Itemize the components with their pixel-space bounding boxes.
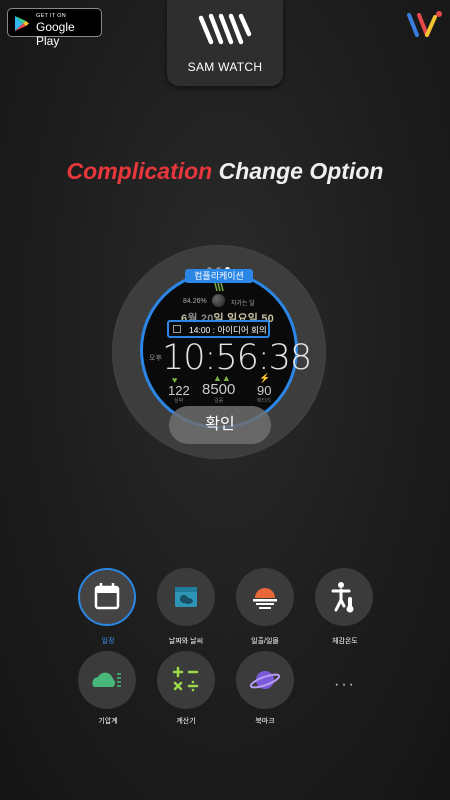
ampm-label: 오후 [149, 355, 162, 362]
badge-store-name: Google Play [36, 20, 75, 48]
label-bookmark: 북마크 [255, 718, 275, 725]
calculator-icon [172, 666, 199, 692]
more-options-button[interactable]: ··· [334, 676, 356, 694]
complication-tag: 컴플리케이션 [185, 269, 253, 283]
sunrise-sunset-icon [253, 588, 277, 609]
complication-barometer-button[interactable] [78, 651, 136, 709]
label-feels-like: 체감온도 [332, 638, 358, 645]
sam-watch-logo-icon [198, 13, 252, 45]
developer-logo-icon [407, 11, 442, 37]
headline-red: Complication [66, 158, 213, 184]
bookmark-planet-icon [249, 671, 281, 689]
feels-like-temp-icon [331, 582, 354, 613]
label-schedule: 일정 [101, 638, 115, 645]
google-play-icon [15, 16, 29, 31]
confirm-button[interactable]: 확인 [169, 406, 271, 444]
steps-value: 8500 [202, 381, 236, 398]
pointer-arrow-icon [214, 282, 224, 292]
battery-value: 90 [257, 383, 272, 398]
event-text: 14:00 : 아이디어 회의 [189, 325, 267, 335]
page-indicator [207, 259, 237, 272]
calendar-small-icon [173, 325, 181, 333]
badge-small-text: GET IT ON [36, 13, 67, 19]
calendar-icon [94, 583, 120, 610]
moon-phase-icon [212, 294, 225, 307]
barometer-icon [92, 672, 121, 687]
schedule-complication[interactable]: 14:00 : 아이디어 회의 [167, 320, 270, 338]
battery-label: 배터리 [257, 398, 271, 404]
label-date-weather: 날짜와 날씨 [168, 638, 204, 645]
google-play-badge[interactable]: GET IT ON Google Play [7, 8, 102, 48]
date-weather-icon [175, 587, 197, 607]
moon-phase-label: 차가는 달 [231, 301, 255, 307]
complication-date-weather-button[interactable] [157, 568, 215, 626]
steps-label: 걸음 [214, 398, 224, 404]
brand-name: SAM WATCH [187, 60, 263, 74]
heart-rate-value: 122 [168, 383, 190, 398]
headline: Complication Change Option [0, 158, 450, 185]
complication-schedule-button[interactable] [78, 568, 136, 626]
headline-white: Change Option [218, 158, 384, 184]
watch-time: 10:56:38 [162, 338, 312, 378]
brand-header: SAM WATCH [167, 0, 283, 86]
complication-feels-like-button[interactable] [315, 568, 373, 626]
label-barometer: 기압계 [98, 718, 118, 725]
heart-rate-label: 심박 [174, 398, 184, 404]
battery-percent: 84.26% [183, 298, 207, 305]
complication-calculator-button[interactable] [157, 651, 215, 709]
label-calculator: 계산기 [176, 718, 196, 725]
label-sunrise-sunset: 일출/일몰 [251, 638, 279, 645]
complication-sunrise-button[interactable] [236, 568, 294, 626]
complication-bookmark-button[interactable] [236, 651, 294, 709]
